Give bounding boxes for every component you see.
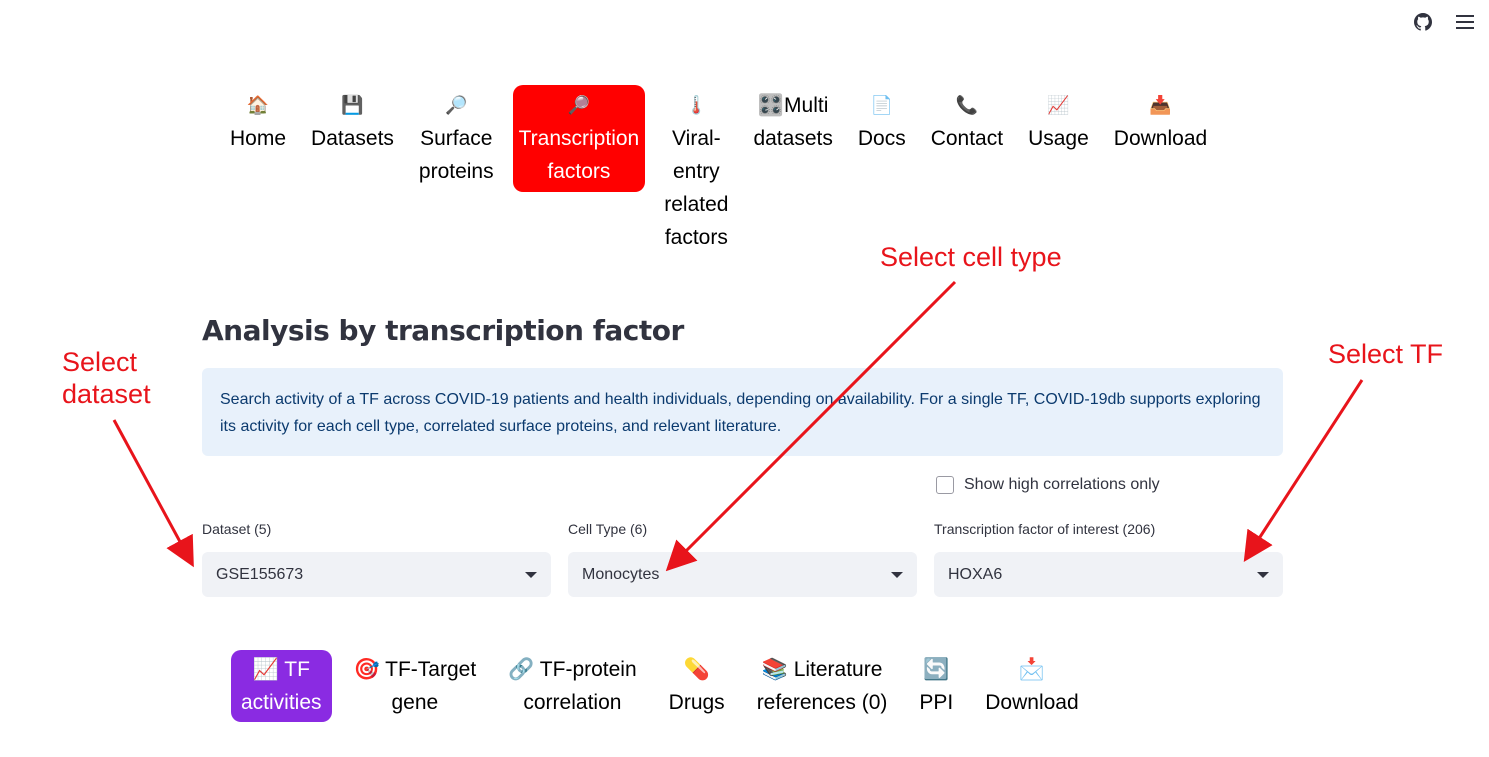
nav-item-label: Datasets [311, 127, 394, 150]
dataset-field: Dataset (5) GSE155673 [202, 521, 551, 597]
envelope-icon: 📩 [1018, 658, 1046, 681]
nav-item-label: Download [1113, 127, 1208, 150]
nav-item-datasets[interactable]: 💾 Datasets [305, 85, 400, 159]
dataset-select[interactable]: GSE155673 [202, 552, 551, 597]
nav-item-surface-proteins[interactable]: 🔎 Surface proteins [413, 85, 500, 192]
celltype-label: Cell Type (6) [568, 521, 648, 537]
celltype-select[interactable]: Monocytes [568, 552, 917, 597]
chart-increasing-icon: 📈 [252, 658, 279, 681]
high-correlations-checkbox[interactable] [936, 476, 954, 494]
nav-item-label: Docs [857, 127, 906, 150]
tab-literature-references[interactable]: 📚 Literature references (0) [747, 650, 898, 722]
pill-icon: 💊 [683, 658, 710, 681]
checkbox-label: Show high correlations only [964, 476, 1160, 493]
celltype-value: Monocytes [582, 565, 660, 583]
phone-icon: 📞 [955, 95, 979, 115]
annotation-select-tf: Select TF [1328, 339, 1444, 369]
page-title: Analysis by transcription factor [202, 314, 684, 347]
nav-item-label: 🎛️Multi datasets [753, 94, 833, 150]
hamburger-menu-icon[interactable] [1455, 12, 1475, 32]
nav-item-label: Usage [1028, 127, 1089, 150]
magnifier-icon: 🔎 [445, 95, 468, 115]
github-icon[interactable] [1413, 12, 1433, 32]
inbox-tray-icon: 📥 [1149, 95, 1172, 115]
tf-label: Transcription factor of interest (206) [934, 521, 1156, 537]
dataset-label: Dataset (5) [202, 521, 272, 537]
tf-value: HOXA6 [948, 565, 1003, 583]
tab-tf-target-gene[interactable]: 🎯 TF-Target gene [344, 650, 487, 722]
tab-download[interactable]: 📩 Download [975, 650, 1088, 722]
nav-item-usage[interactable]: 📈 Usage [1022, 85, 1095, 159]
nav-item-home[interactable]: 🏠 Home [224, 85, 292, 159]
nav-item-label: Viral- entry related factors [664, 127, 729, 249]
floppy-disk-icon: 💾 [341, 95, 364, 115]
nav-item-viral-entry-factors[interactable]: 🌡️ Viral- entry related factors [658, 85, 734, 258]
dart-target-icon: 🎯 [353, 658, 380, 681]
magnifier-icon: 🔎 [567, 95, 591, 115]
annotation-select-dataset: Select dataset [62, 347, 151, 409]
nav-item-contact[interactable]: 📞 Contact [925, 85, 1009, 159]
tab-ppi[interactable]: 🔄 PPI [909, 650, 963, 722]
chart-increasing-icon: 📈 [1047, 95, 1070, 115]
tab-label: 🔗 TF-protein correlation [508, 658, 637, 714]
house-icon: 🏠 [246, 95, 270, 115]
document-icon: 📄 [870, 95, 893, 115]
tf-select[interactable]: HOXA6 [934, 552, 1283, 597]
analysis-tabs: 📈 TF activities 🎯 TF-Target gene 🔗 TF-pr… [231, 650, 1101, 722]
nav-item-multi-datasets[interactable]: 🎛️Multi datasets [747, 85, 838, 159]
chevron-down-icon [1257, 571, 1269, 578]
tf-field: Transcription factor of interest (206) H… [934, 521, 1283, 597]
info-box: Search activity of a TF across COVID-19 … [202, 368, 1283, 456]
nav-item-label: Transcription factors [518, 127, 640, 183]
high-correlations-toggle[interactable]: Show high correlations only [936, 476, 1160, 494]
annotation-select-cell-type: Select cell type [880, 242, 1062, 272]
nav-item-docs[interactable]: 📄 Docs [852, 85, 912, 159]
dataset-value: GSE155673 [216, 565, 304, 583]
refresh-icon: 🔄 [923, 658, 950, 681]
tab-tf-activities[interactable]: 📈 TF activities [231, 650, 332, 722]
tab-label: Download [985, 691, 1079, 714]
nav-item-download[interactable]: 📥 Download [1108, 85, 1213, 159]
arrow-to-dataset [112, 419, 194, 568]
nav-item-transcription-factors[interactable]: 🔎 Transcription factors [512, 85, 646, 192]
tab-label: PPI [919, 691, 954, 714]
thermometer-icon: 🌡️ [685, 95, 708, 115]
tab-label: 🎯 TF-Target gene [353, 658, 477, 714]
control-knobs-icon: 🎛️ [757, 94, 785, 117]
tab-label: 📈 TF activities [241, 658, 322, 714]
tab-drugs[interactable]: 💊 Drugs [659, 650, 735, 722]
tab-label: 📚 Literature references (0) [756, 658, 888, 714]
nav-item-label: Home [230, 127, 287, 150]
link-icon: 🔗 [508, 658, 535, 681]
nav-item-label: Contact [930, 127, 1004, 150]
tab-tf-protein-correlation[interactable]: 🔗 TF-protein correlation [498, 650, 646, 722]
chevron-down-icon [891, 571, 903, 578]
books-icon: 📚 [761, 658, 788, 681]
celltype-field: Cell Type (6) Monocytes [568, 521, 917, 597]
chevron-down-icon [525, 571, 537, 578]
nav-item-label: Surface proteins [418, 127, 494, 183]
top-right-toolbar [1413, 12, 1475, 32]
main-nav: 🏠 Home 💾 Datasets 🔎 Surface proteins 🔎 T… [224, 85, 1226, 258]
tab-label: Drugs [668, 691, 725, 714]
